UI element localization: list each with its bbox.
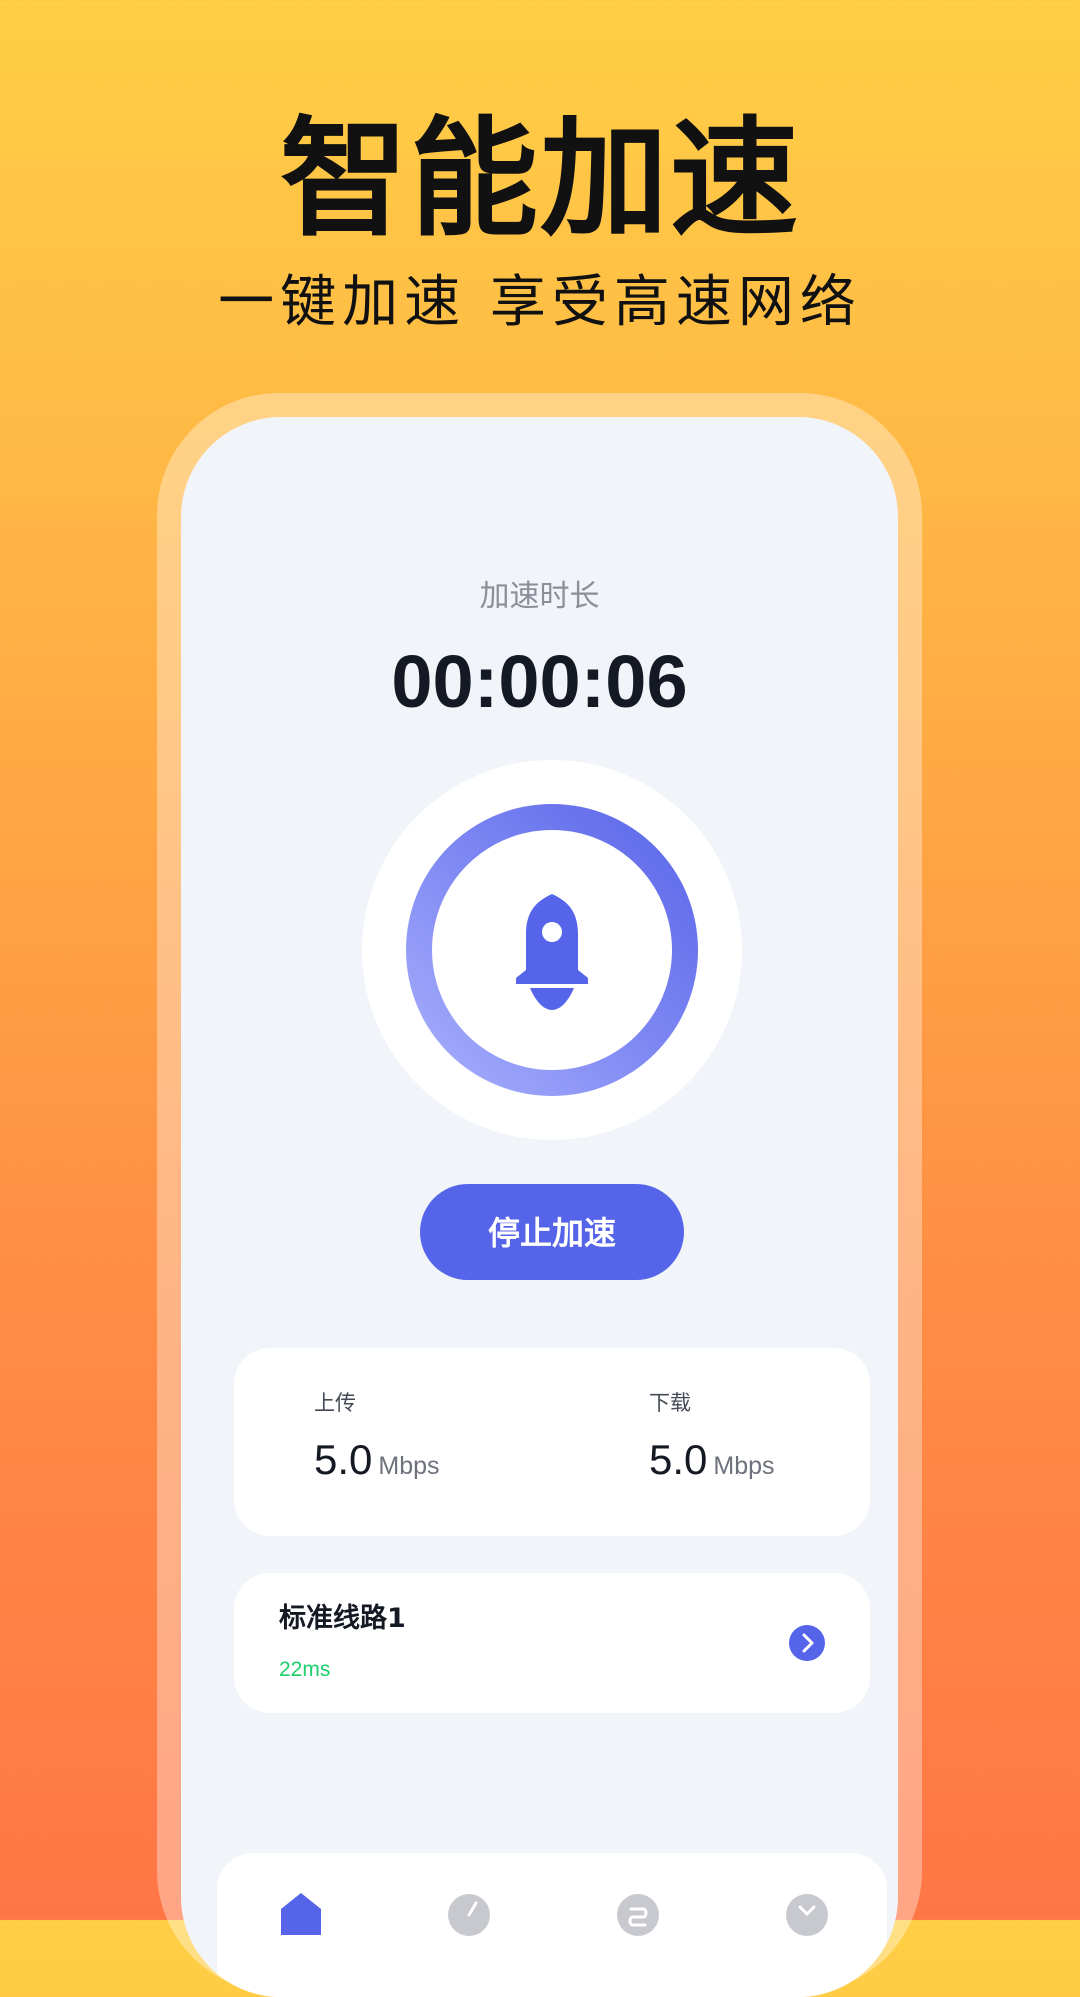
bell-icon	[516, 894, 588, 1010]
phone-screen: 加速时长 00:00:06 停止加速 上传 5.0 Mbps 下载 5.0 Mbps…	[181, 417, 898, 1997]
timer-value: 00:00:06	[391, 640, 688, 723]
user-icon[interactable]	[783, 1889, 831, 1937]
download-unit: Mbps	[713, 1452, 775, 1480]
route-icon[interactable]	[614, 1889, 662, 1937]
download-value: 5.0	[649, 1436, 708, 1483]
speedometer-icon[interactable]	[445, 1889, 493, 1937]
route-latency: 22ms	[279, 1658, 331, 1681]
upload-label: 上传	[314, 1391, 356, 1415]
hero-title: 智能加速	[279, 105, 800, 254]
timer-label: 加速时长	[479, 579, 600, 614]
route-card[interactable]: 标准线路1 22ms	[234, 1573, 870, 1713]
home-icon[interactable]	[277, 1889, 325, 1937]
chevron-right-icon[interactable]	[789, 1625, 825, 1661]
hero-subtitle: 一键加速 享受高速网络	[218, 270, 862, 335]
route-name: 标准线路1	[279, 1603, 406, 1634]
download-label: 下载	[649, 1391, 691, 1415]
download-stat: 下载 5.0 Mbps	[649, 1388, 775, 1484]
stop-acceleration-button[interactable]: 停止加速	[420, 1184, 684, 1280]
bottom-nav	[217, 1853, 887, 1997]
upload-unit: Mbps	[378, 1452, 440, 1480]
upload-value: 5.0	[314, 1436, 373, 1483]
upload-stat: 上传 5.0 Mbps	[314, 1388, 440, 1484]
speed-card: 上传 5.0 Mbps 下载 5.0 Mbps	[234, 1348, 870, 1536]
